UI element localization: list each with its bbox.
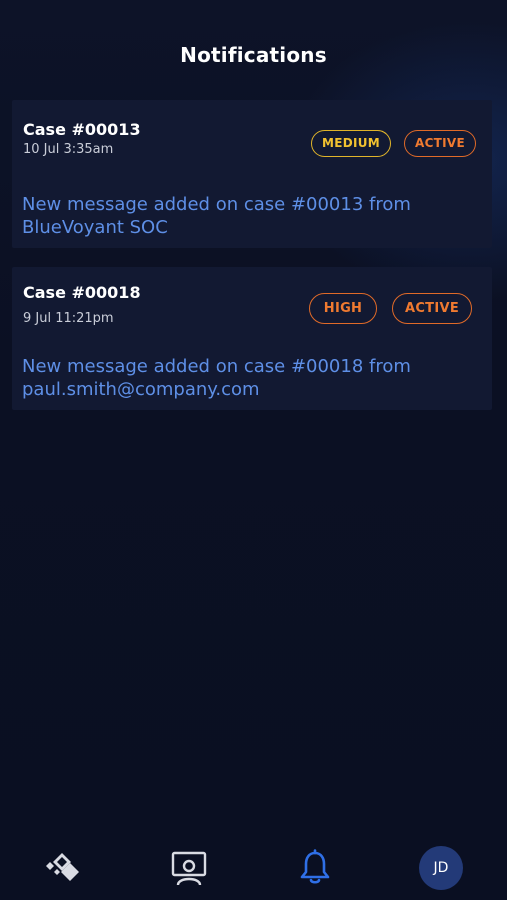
case-date: 9 Jul 11:21pm bbox=[23, 311, 114, 326]
status-badge: ACTIVE bbox=[392, 293, 472, 324]
case-number: #00018 bbox=[71, 283, 141, 302]
tab-notifications[interactable] bbox=[293, 846, 337, 890]
page-title: Notifications bbox=[180, 43, 327, 67]
tab-profile[interactable]: JD bbox=[419, 846, 463, 890]
case-word: Case bbox=[23, 120, 66, 139]
case-date: 10 Jul 3:35am bbox=[23, 142, 114, 157]
notification-message[interactable]: New message added on case #00018 from pa… bbox=[22, 355, 477, 401]
case-number: #00013 bbox=[71, 120, 141, 139]
tab-home[interactable] bbox=[40, 846, 84, 890]
case-title: Case #00018 bbox=[23, 283, 141, 302]
severity-badge: HIGH bbox=[309, 293, 377, 324]
notification-message[interactable]: New message added on case #00013 from Bl… bbox=[22, 193, 477, 239]
notification-card[interactable]: Case #00018 9 Jul 11:21pm HIGH ACTIVE Ne… bbox=[12, 267, 492, 410]
monitor-user-icon bbox=[171, 851, 207, 886]
bottom-tab-bar: JD bbox=[0, 830, 507, 900]
case-title: Case #00013 bbox=[23, 120, 141, 139]
logo-diamond-icon bbox=[46, 853, 79, 881]
bell-icon bbox=[300, 849, 330, 884]
case-word: Case bbox=[23, 283, 66, 302]
status-badge: ACTIVE bbox=[404, 130, 476, 157]
avatar: JD bbox=[419, 846, 463, 890]
severity-badge: MEDIUM bbox=[311, 130, 391, 157]
notification-card[interactable]: Case #00013 10 Jul 3:35am MEDIUM ACTIVE … bbox=[12, 100, 492, 248]
tab-cases[interactable] bbox=[167, 846, 211, 890]
